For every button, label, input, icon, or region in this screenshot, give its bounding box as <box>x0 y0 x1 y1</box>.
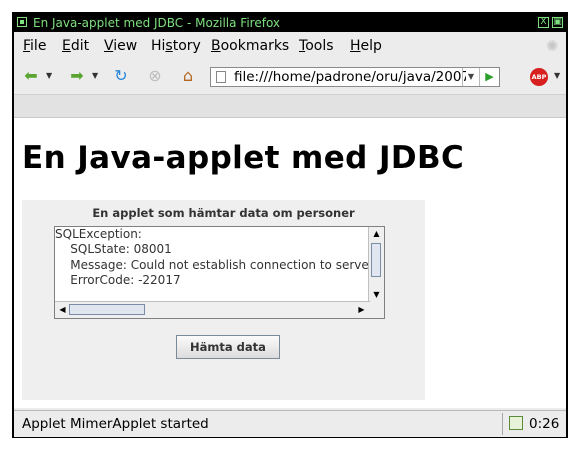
close-window-button[interactable]: X <box>538 17 549 28</box>
download-status-icon[interactable] <box>509 416 523 430</box>
output-line: SQLState: 08001 <box>55 242 172 257</box>
navigation-toolbar: ⬅ ▼ ➡ ▼ ↻ ⊗ ⌂ file:///home/padrone/oru/j… <box>14 60 566 92</box>
menu-file[interactable]: File <box>23 38 46 54</box>
vertical-scroll-thumb[interactable] <box>371 243 381 277</box>
bookmarks-toolbar <box>14 94 566 118</box>
output-line: ErrorCode: -22017 <box>55 272 181 287</box>
forward-arrow-icon[interactable]: ➡ <box>66 66 88 86</box>
output-line: SQLException: <box>55 227 142 241</box>
applet-label: En applet som hämtar data om personer <box>92 206 355 220</box>
page-icon <box>216 71 226 83</box>
title-bar: En Java-applet med JDBC - Mozilla Firefo… <box>14 14 566 32</box>
home-icon[interactable]: ⌂ <box>177 66 199 86</box>
menu-bookmarks[interactable]: Bookmarks <box>211 38 289 54</box>
scroll-down-icon[interactable]: ▼ <box>370 289 383 301</box>
browser-window: En Java-applet med JDBC - Mozilla Firefo… <box>12 12 568 438</box>
url-bar[interactable]: file:///home/padrone/oru/java/2007-2 ▼ ▶ <box>210 67 500 87</box>
menu-tools[interactable]: Tools <box>299 38 334 54</box>
page-heading: En Java-applet med JDBC <box>22 140 465 176</box>
horizontal-scrollbar[interactable]: ◀ ▶ <box>55 301 370 318</box>
status-text: Applet MimerApplet started <box>22 416 209 432</box>
go-icon[interactable]: ▶ <box>479 68 499 86</box>
java-applet: En applet som hämtar data om personer SQ… <box>22 200 425 400</box>
back-arrow-icon[interactable]: ⬅ <box>20 66 42 86</box>
reload-icon[interactable]: ↻ <box>110 66 132 86</box>
scrollbar-corner <box>369 302 384 318</box>
url-text[interactable]: file:///home/padrone/oru/java/2007-2 <box>234 68 466 86</box>
status-bar: Applet MimerApplet started 0:26 <box>14 410 566 437</box>
adblock-dropdown[interactable]: ▼ <box>554 66 560 86</box>
menu-view[interactable]: View <box>104 38 137 54</box>
output-text: SQLException: SQLState: 08001 Message: C… <box>55 227 370 300</box>
horizontal-scroll-thumb[interactable] <box>69 304 145 315</box>
menu-history[interactable]: History <box>151 38 201 54</box>
output-textarea[interactable]: SQLException: SQLState: 08001 Message: C… <box>54 226 385 319</box>
back-history-dropdown[interactable]: ▼ <box>46 66 52 86</box>
window-title: En Java-applet med JDBC - Mozilla Firefo… <box>33 16 281 30</box>
forward-history-dropdown[interactable]: ▼ <box>92 66 98 86</box>
scroll-left-icon[interactable]: ◀ <box>56 304 69 316</box>
window-menu-icon[interactable] <box>17 17 27 27</box>
vertical-scrollbar[interactable]: ▲ ▼ <box>368 227 384 303</box>
menu-help[interactable]: Help <box>350 38 382 54</box>
url-dropdown-icon[interactable]: ▼ <box>462 68 479 86</box>
fetch-data-button[interactable]: Hämta data <box>176 335 280 359</box>
adblock-icon[interactable]: ABP <box>530 68 548 86</box>
status-clock: 0:26 <box>529 416 560 432</box>
status-divider <box>502 413 503 435</box>
output-line: Message: Could not establish connection … <box>55 257 370 272</box>
menu-edit[interactable]: Edit <box>62 38 89 54</box>
throbber-icon: ✺ <box>545 37 559 55</box>
stop-icon[interactable]: ⊗ <box>144 66 166 86</box>
page-content: En Java-applet med JDBC En applet som hä… <box>14 118 566 408</box>
menu-bar: File Edit View History Bookmarks Tools H… <box>14 34 566 58</box>
maximize-window-button[interactable]: ▣ <box>552 17 563 28</box>
scroll-up-icon[interactable]: ▲ <box>370 228 383 240</box>
scroll-right-icon[interactable]: ▶ <box>355 304 368 316</box>
